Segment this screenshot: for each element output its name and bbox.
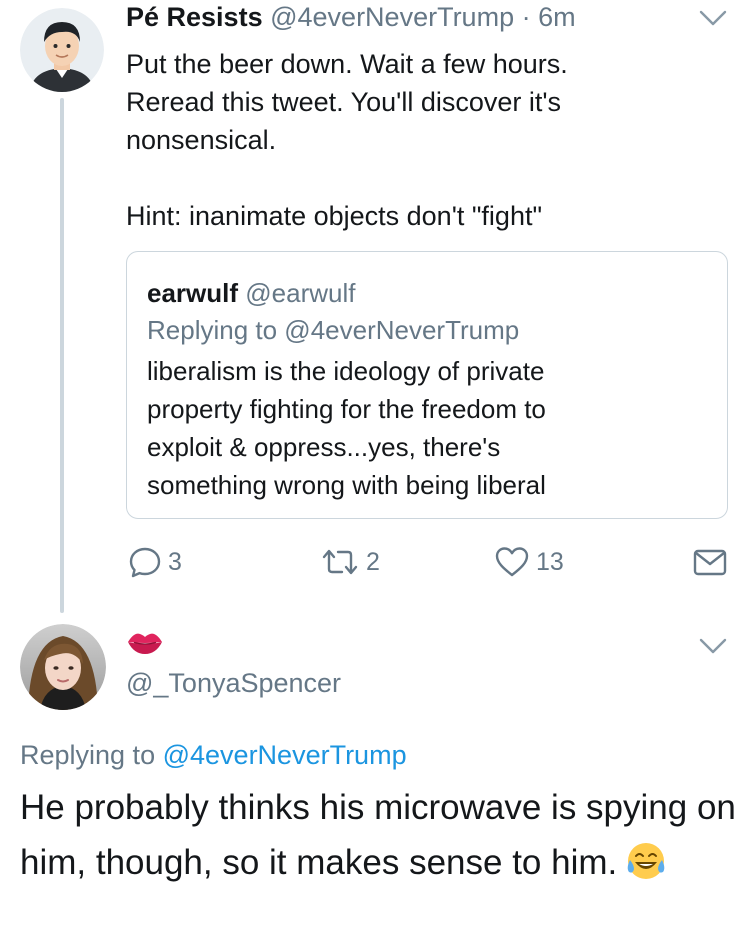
reply-icon <box>129 547 161 578</box>
quoted-line: liberalism is the ideology of private <box>147 356 545 386</box>
envelope-icon <box>693 549 727 576</box>
tweet-line: Put the beer down. Wait a few hours. <box>126 49 568 79</box>
replying-to-handle[interactable]: @4everNeverTrump <box>163 740 407 770</box>
avatar-tonya-spencer[interactable] <box>20 624 106 710</box>
reply-count: 3 <box>168 547 182 576</box>
tweet-line: nonsensical. <box>126 125 277 155</box>
chevron-down-icon[interactable] <box>698 8 728 28</box>
dm-button[interactable] <box>692 540 728 584</box>
timestamp[interactable]: 6m <box>538 2 576 32</box>
tears-of-joy-emoji <box>625 840 667 882</box>
tweet-text: Put the beer down. Wait a few hours. Rer… <box>126 45 726 235</box>
quoted-tweet[interactable]: earwulf @earwulf Replying to @4everNever… <box>126 251 728 519</box>
like-count: 13 <box>536 547 564 576</box>
avatar-pe-resists[interactable] <box>20 8 104 92</box>
retweet-button[interactable]: 2 <box>320 540 380 584</box>
quoted-author-name: earwulf <box>147 278 239 308</box>
quoted-line: exploit & oppress...yes, there's <box>147 432 501 462</box>
author-handle[interactable]: @4everNeverTrump <box>270 2 514 32</box>
kiss-lips-emoji <box>126 628 164 656</box>
quoted-header: earwulf @earwulf <box>147 278 355 309</box>
retweet-count: 2 <box>366 547 380 576</box>
quoted-author-handle: @earwulf <box>245 278 356 308</box>
retweet-icon <box>322 549 358 575</box>
separator-dot: · <box>521 2 531 32</box>
replying-to: Replying to @4everNeverTrump <box>20 740 407 771</box>
quoted-replying-to: Replying to @4everNeverTrump <box>147 315 520 345</box>
tweet-header: Pé Resists @4everNeverTrump · 6m <box>126 2 576 33</box>
reply-author-handle[interactable]: @_TonyaSpencer <box>126 668 341 699</box>
quoted-text: liberalism is the ideology of private pr… <box>147 352 707 504</box>
quoted-line: something wrong with being liberal <box>147 470 546 500</box>
chevron-down-icon[interactable] <box>698 636 728 656</box>
heart-icon <box>495 547 529 577</box>
author-name[interactable]: Pé Resists <box>126 2 263 32</box>
reply-text-block: He probably thinks his microwave is spyi… <box>20 780 740 890</box>
tweet-hint: Hint: inanimate objects don't "fight" <box>126 201 543 231</box>
quoted-line: property fighting for the freedom to <box>147 394 546 424</box>
reply-button[interactable]: 3 <box>128 540 182 584</box>
like-button[interactable]: 13 <box>494 540 564 584</box>
thread-line <box>60 98 64 613</box>
replying-to-prefix: Replying to <box>20 740 156 770</box>
tweet-line: Reread this tweet. You'll discover it's <box>126 87 562 117</box>
